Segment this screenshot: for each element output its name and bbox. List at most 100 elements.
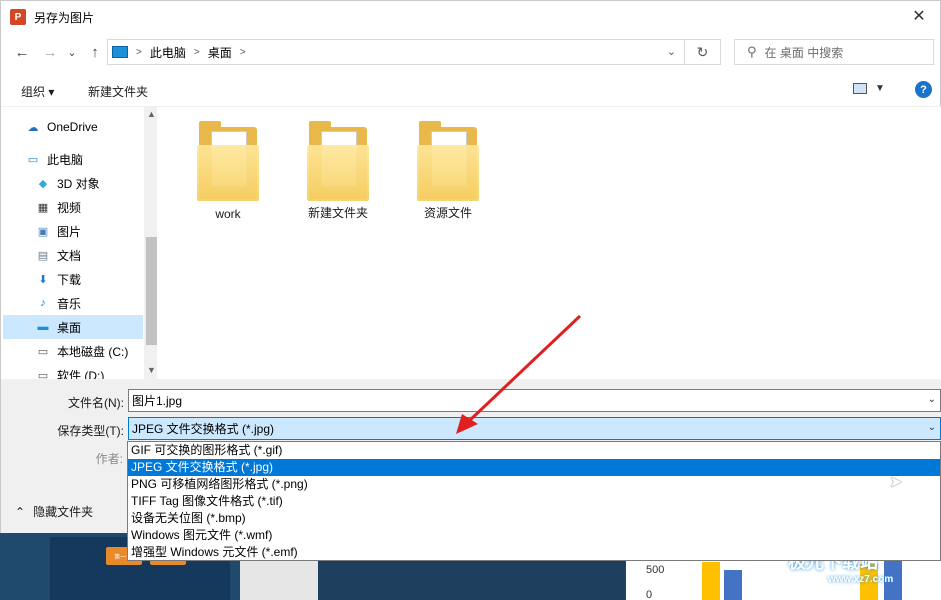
filename-label: 文件名(N): bbox=[68, 396, 124, 410]
organize-button[interactable]: 组织 ▾ bbox=[21, 83, 54, 100]
refresh-icon[interactable]: ↻ bbox=[685, 39, 721, 65]
chart-tick-label: 500 bbox=[646, 564, 665, 576]
breadcrumb-chevron-icon: > bbox=[193, 46, 200, 58]
help-icon[interactable]: ? bbox=[915, 81, 932, 98]
powerpoint-icon: P bbox=[10, 9, 26, 25]
nav-item-2[interactable]: ◆ 3D 对象 bbox=[3, 171, 143, 195]
folder-icon bbox=[197, 121, 259, 203]
save-type-option[interactable]: TIFF Tag 图像文件格式 (*.tif) bbox=[128, 493, 940, 510]
chart-bar bbox=[702, 562, 720, 600]
nav-item-1[interactable]: ▭ 此电脑 bbox=[3, 147, 143, 171]
nav-item-icon: ▣ bbox=[37, 225, 49, 238]
new-folder-button[interactable]: 新建文件夹 bbox=[88, 83, 148, 100]
scroll-down-icon[interactable]: ▼ bbox=[147, 365, 156, 375]
nav-item-icon: ♪ bbox=[40, 297, 46, 309]
nav-item-label: 音乐 bbox=[57, 296, 82, 311]
nav-item-7[interactable]: ♪ 音乐 bbox=[3, 291, 143, 315]
breadcrumb-this-pc[interactable]: 此电脑 bbox=[150, 44, 186, 61]
chart-bar bbox=[724, 570, 742, 600]
nav-item-icon: ▦ bbox=[37, 201, 49, 214]
nav-item-label: 此电脑 bbox=[47, 152, 84, 167]
nav-item-icon: ▭ bbox=[37, 369, 49, 380]
nav-item-9[interactable]: ▭ 本地磁盘 (C:) bbox=[3, 339, 143, 363]
save-type-option[interactable]: Windows 图元文件 (*.wmf) bbox=[128, 527, 940, 544]
up-arrow-icon[interactable]: ↑ bbox=[86, 43, 104, 61]
folder-name: work bbox=[215, 207, 241, 221]
hide-folders-button[interactable]: ⌃ 隐藏文件夹 bbox=[15, 503, 93, 520]
filename-field[interactable]: 图片1.jpg ⌄ bbox=[128, 389, 941, 412]
search-icon: ⚲ bbox=[747, 44, 757, 59]
chevron-up-icon: ⌃ bbox=[15, 504, 26, 519]
folder-name: 资源文件 bbox=[423, 206, 472, 220]
breadcrumb-desktop[interactable]: 桌面 bbox=[208, 44, 232, 61]
back-arrow-icon[interactable]: ← bbox=[13, 43, 31, 61]
nav-item-icon: ⬇ bbox=[38, 273, 48, 286]
view-icon bbox=[853, 83, 867, 94]
nav-item-label: 桌面 bbox=[57, 320, 82, 335]
nav-item-label: 文档 bbox=[57, 248, 82, 263]
close-icon[interactable]: ✕ bbox=[896, 1, 941, 31]
nav-item-3[interactable]: ▦ 视频 bbox=[3, 195, 143, 219]
save-type-dropdown-list: GIF 可交换的图形格式 (*.gif) JPEG 文件交换格式 (*.jpg) P… bbox=[127, 441, 941, 561]
watermark-url: www.xz7.com bbox=[828, 574, 894, 585]
nav-item-icon: ▤ bbox=[37, 249, 49, 262]
this-pc-icon bbox=[112, 46, 128, 58]
save-type-option[interactable]: 设备无关位图 (*.bmp) bbox=[128, 510, 940, 527]
recent-locations-icon[interactable]: ⌄ bbox=[63, 43, 81, 61]
folder-item[interactable]: 资源文件 bbox=[403, 121, 493, 221]
address-row: ← → ⌄ ↑ > 此电脑 > 桌面 > ⌄ ↻ ⚲ 在 桌面 中搜索 bbox=[1, 35, 941, 69]
file-list: work 新建文件夹 资源文件 bbox=[159, 107, 941, 379]
breadcrumb-chevron-icon: > bbox=[239, 46, 246, 58]
chevron-down-icon[interactable]: ⌄ bbox=[928, 422, 936, 433]
chevron-down-icon[interactable]: ⌄ bbox=[928, 394, 936, 405]
nav-item-10[interactable]: ▭ 软件 (D:) bbox=[3, 363, 143, 380]
nav-item-label: 本地磁盘 (C:) bbox=[57, 344, 129, 359]
nav-item-label: 软件 (D:) bbox=[57, 368, 105, 380]
mouse-cursor-icon: ➤ bbox=[889, 474, 903, 491]
nav-item-6[interactable]: ⬇ 下载 bbox=[3, 267, 143, 291]
nav-item-4[interactable]: ▣ 图片 bbox=[3, 219, 143, 243]
nav-item-8[interactable]: ▬ 桌面 bbox=[3, 315, 143, 339]
view-options-button[interactable]: ▼ bbox=[853, 83, 885, 94]
nav-item-icon: ▬ bbox=[37, 321, 49, 333]
nav-item-icon: ◆ bbox=[38, 177, 48, 190]
save-type-value: JPEG 文件交换格式 (*.jpg) bbox=[132, 422, 275, 436]
title-bar: P 另存为图片 ✕ bbox=[1, 1, 941, 33]
save-type-select[interactable]: JPEG 文件交换格式 (*.jpg) ⌄ bbox=[128, 417, 941, 440]
save-type-option[interactable]: 增强型 Windows 元文件 (*.emf) bbox=[128, 544, 940, 561]
search-placeholder: 在 桌面 中搜索 bbox=[764, 45, 844, 60]
scrollbar-thumb[interactable] bbox=[146, 237, 157, 345]
nav-item-label: OneDrive bbox=[47, 120, 98, 134]
scroll-up-icon[interactable]: ▲ bbox=[147, 109, 156, 119]
address-bar[interactable]: > 此电脑 > 桌面 > ⌄ bbox=[107, 39, 685, 65]
chart-tick-label: 0 bbox=[646, 589, 653, 600]
folder-item[interactable]: 新建文件夹 bbox=[293, 121, 383, 221]
nav-item-label: 视频 bbox=[57, 200, 82, 215]
nav-item-5[interactable]: ▤ 文档 bbox=[3, 243, 143, 267]
author-label: 作者: bbox=[95, 452, 123, 466]
save-type-option[interactable]: PNG 可移植网络图形格式 (*.png) bbox=[128, 476, 940, 493]
hide-folders-label: 隐藏文件夹 bbox=[33, 505, 94, 519]
folder-name: 新建文件夹 bbox=[307, 206, 368, 220]
nav-item-0[interactable]: ☁ OneDrive bbox=[3, 115, 143, 139]
save-type-option[interactable]: JPEG 文件交换格式 (*.jpg) bbox=[128, 459, 940, 476]
background-chart: 500 0 bbox=[626, 555, 941, 600]
folder-item[interactable]: work bbox=[183, 121, 273, 221]
breadcrumb-chevron-icon: > bbox=[136, 46, 142, 58]
forward-arrow-icon[interactable]: → bbox=[41, 43, 59, 61]
search-input[interactable]: ⚲ 在 桌面 中搜索 bbox=[734, 39, 934, 65]
folder-icon bbox=[417, 121, 479, 201]
nav-item-icon: ▭ bbox=[27, 153, 39, 166]
nav-scrollbar[interactable]: ▲ ▼ bbox=[144, 107, 157, 379]
nav-item-label: 下载 bbox=[57, 272, 82, 287]
nav-item-label: 图片 bbox=[57, 224, 82, 239]
command-bar: 组织 ▾ 新建文件夹 ▼ ? bbox=[1, 73, 941, 107]
folder-icon bbox=[307, 121, 369, 201]
nav-item-icon: ▭ bbox=[37, 345, 49, 358]
nav-item-label: 3D 对象 bbox=[57, 176, 100, 191]
window-title: 另存为图片 bbox=[34, 10, 95, 25]
save-type-option[interactable]: GIF 可交换的图形格式 (*.gif) bbox=[128, 442, 940, 459]
address-dropdown-icon[interactable]: ⌄ bbox=[667, 45, 676, 58]
navigation-pane: ▭ 软件 (D:) ▭ 本地磁盘 (C:) ▬ 桌面 ♪ 音乐 ⬇ 下载 ▤ 文档 ▣ 图片 ▦ 视频 ◆ 3D … bbox=[3, 107, 157, 379]
nav-item-icon: ☁ bbox=[27, 121, 39, 134]
